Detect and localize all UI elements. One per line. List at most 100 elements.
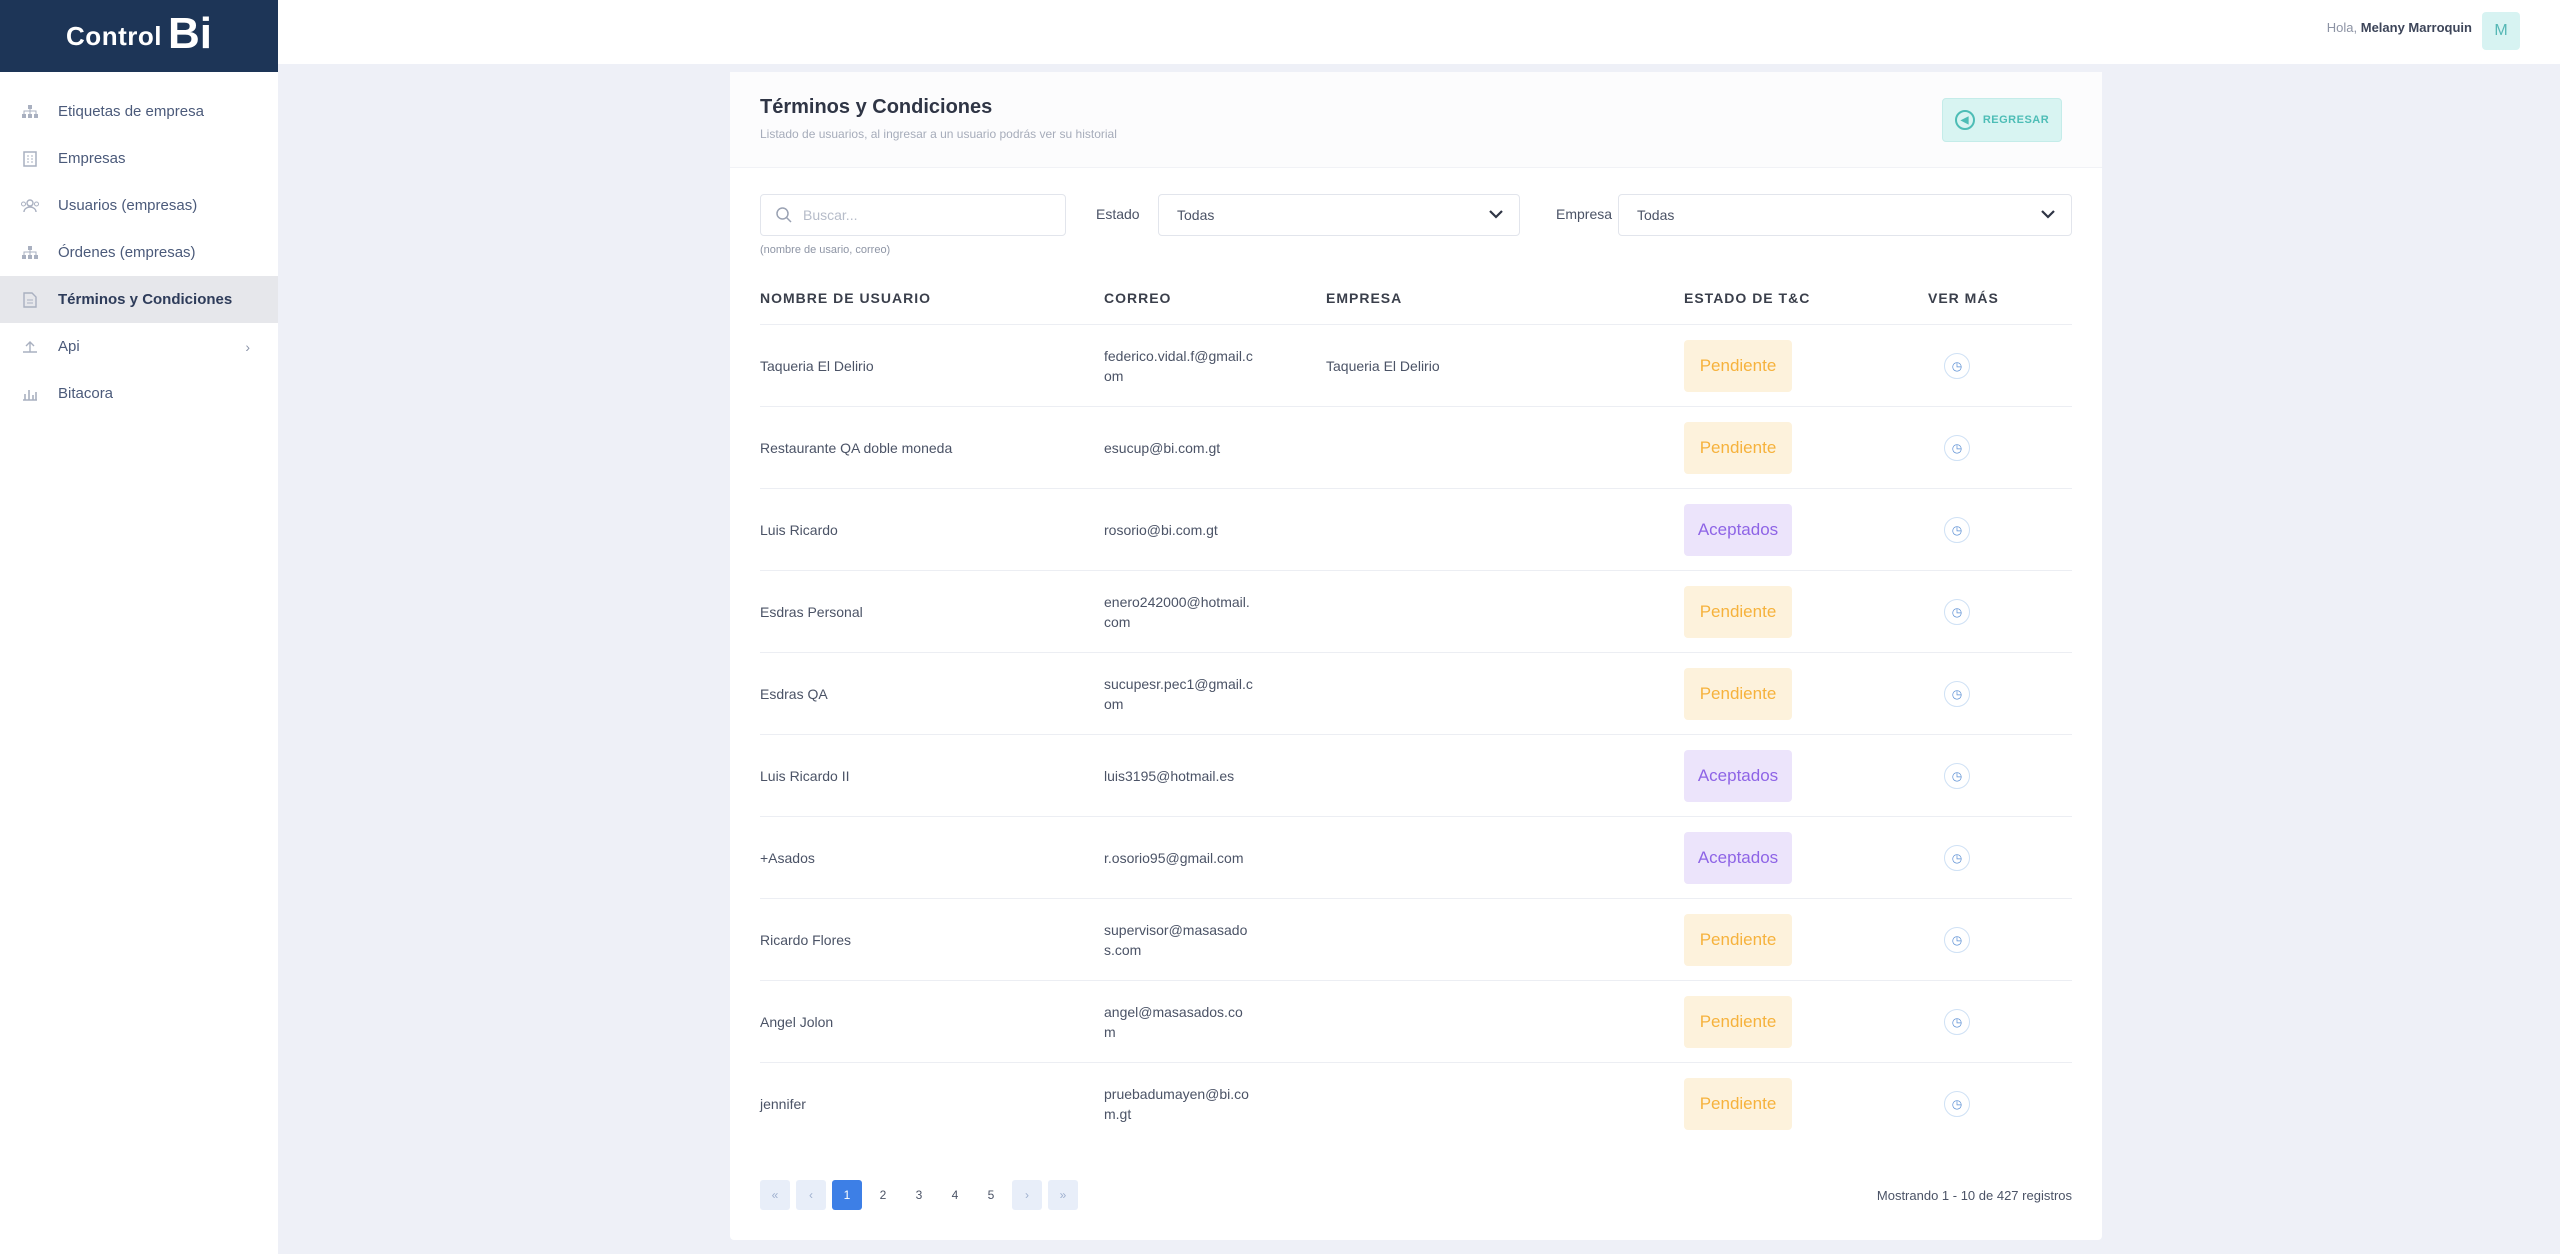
back-button-label: REGRESAR xyxy=(1982,114,2050,126)
view-history-icon[interactable]: ◷ xyxy=(1944,762,1970,789)
terms-card: Términos y Condiciones Listado de usuari… xyxy=(730,72,2102,1240)
hierarchy-icon xyxy=(20,104,40,120)
api-icon xyxy=(20,339,40,355)
view-history-icon[interactable]: ◷ xyxy=(1944,516,1970,543)
cell-user-name: +Asados xyxy=(760,849,815,866)
status-badge: Aceptados xyxy=(1684,831,1792,884)
user-name[interactable]: Melany Marroquin xyxy=(2361,20,2472,35)
search-box[interactable] xyxy=(760,194,1066,236)
sidebar-item-bitacora[interactable]: Bitacora xyxy=(0,370,278,417)
chevron-down-icon xyxy=(1489,210,1503,219)
sidebar-item-label: Etiquetas de empresa xyxy=(58,103,204,120)
back-button[interactable]: ◀ REGRESAR xyxy=(1942,98,2062,142)
avatar[interactable]: M xyxy=(2482,12,2520,50)
sidebar: Control Bi Etiquetas de empresa Empresas… xyxy=(0,0,278,1254)
brand-name-part2: Bi xyxy=(167,9,212,58)
brand-logo[interactable]: Control Bi xyxy=(0,0,278,72)
page-button-1[interactable]: 1 xyxy=(832,1180,862,1210)
cell-email: pruebadumayen@bi.com.gt xyxy=(1104,1085,1249,1122)
estado-select-value: Todas xyxy=(1177,207,1215,223)
records-summary: Mostrando 1 - 10 de 427 registros xyxy=(1876,1188,2072,1203)
cell-email: sucupesr.pec1@gmail.com xyxy=(1104,675,1253,712)
empresa-select-value: Todas xyxy=(1637,207,1675,223)
cell-email: enero242000@hotmail.com xyxy=(1104,593,1250,630)
view-history-icon[interactable]: ◷ xyxy=(1944,598,1970,625)
cell-user-name: Restaurante QA doble moneda xyxy=(760,439,953,456)
page-button-2[interactable]: 2 xyxy=(868,1180,898,1210)
chevron-down-icon xyxy=(2041,210,2055,219)
status-badge: Pendiente xyxy=(1684,421,1792,474)
table-body: Taqueria El Delirio federico.vidal.f@gmai… xyxy=(760,324,2072,1144)
status-badge: Pendiente xyxy=(1684,995,1792,1048)
table-row[interactable]: Esdras QA sucupesr.pec1@gmail.com Pendient… xyxy=(760,652,2072,734)
table-row[interactable]: Restaurante QA doble moneda esucup@bi.com… xyxy=(760,406,2072,488)
sidebar-item-empresas[interactable]: Empresas xyxy=(0,135,278,182)
cell-email: rosorio@bi.com.gt xyxy=(1104,521,1218,538)
view-history-icon[interactable]: ◷ xyxy=(1944,680,1970,707)
card-header: Términos y Condiciones Listado de usuari… xyxy=(730,72,2102,168)
status-badge: Aceptados xyxy=(1684,503,1792,556)
sidebar-nav: Etiquetas de empresa Empresas Usuarios (… xyxy=(0,88,278,417)
table-row[interactable]: Angel Jolon angel@masasados.com Pendiente ◷ xyxy=(760,980,2072,1062)
table-row[interactable]: Luis Ricardo rosorio@bi.com.gt Aceptados ◷ xyxy=(760,488,2072,570)
status-badge: Pendiente xyxy=(1684,667,1792,720)
empresa-select[interactable]: Todas xyxy=(1618,194,2072,236)
estado-label: Estado xyxy=(1096,206,1140,222)
cell-email: r.osorio95@gmail.com xyxy=(1104,849,1244,866)
cell-user-name: jennifer xyxy=(760,1095,806,1112)
page-button-4[interactable]: 4 xyxy=(940,1180,970,1210)
table-row[interactable]: Taqueria El Delirio federico.vidal.f@gmai… xyxy=(760,324,2072,406)
status-badge: Pendiente xyxy=(1684,339,1792,392)
sidebar-item-etiquetas[interactable]: Etiquetas de empresa xyxy=(0,88,278,135)
column-header-ver-mas: VER MÁS xyxy=(1928,290,1999,306)
view-history-icon[interactable]: ◷ xyxy=(1944,1090,1970,1117)
document-icon xyxy=(20,291,40,308)
view-history-icon[interactable]: ◷ xyxy=(1944,352,1970,379)
top-bar: Hola, Melany Marroquin M xyxy=(278,0,2560,64)
view-history-icon[interactable]: ◷ xyxy=(1944,1008,1970,1035)
sidebar-item-label: Empresas xyxy=(58,150,126,167)
sidebar-item-label: Bitacora xyxy=(58,385,114,402)
search-input[interactable] xyxy=(803,207,1043,223)
view-history-icon[interactable]: ◷ xyxy=(1944,844,1970,871)
cell-email: supervisor@masasados.com xyxy=(1104,921,1248,958)
next-page-button[interactable]: › xyxy=(1012,1180,1042,1210)
greeting-text: Hola, xyxy=(2326,20,2358,35)
view-history-icon[interactable]: ◷ xyxy=(1944,926,1970,953)
cell-user-name: Luis Ricardo II xyxy=(760,767,850,784)
status-badge: Pendiente xyxy=(1684,585,1792,638)
sidebar-item-label: Términos y Condiciones xyxy=(58,291,233,308)
table-row[interactable]: Luis Ricardo II luis3195@hotmail.es Acepta… xyxy=(760,734,2072,816)
cell-email: luis3195@hotmail.es xyxy=(1104,767,1235,784)
back-arrow-icon: ◀ xyxy=(1954,110,1975,130)
sidebar-item-label: Órdenes (empresas) xyxy=(58,244,196,261)
first-page-button[interactable]: « xyxy=(760,1180,790,1210)
search-hint: (nombre de usario, correo) xyxy=(760,244,891,256)
column-header-empresa: EMPRESA xyxy=(1326,290,1403,306)
page-button-3[interactable]: 3 xyxy=(904,1180,934,1210)
table-row[interactable]: +Asados r.osorio95@gmail.com Aceptados ◷ xyxy=(760,816,2072,898)
sidebar-item-api[interactable]: Api › xyxy=(0,323,278,370)
table-row[interactable]: Ricardo Flores supervisor@masasados.com Pe… xyxy=(760,898,2072,980)
estado-select[interactable]: Todas xyxy=(1158,194,1520,236)
view-history-icon[interactable]: ◷ xyxy=(1944,434,1970,461)
column-header-correo: CORREO xyxy=(1104,290,1172,306)
page-subtitle: Listado de usuarios, al ingresar a un us… xyxy=(760,127,1117,141)
cell-user-name: Ricardo Flores xyxy=(760,931,852,948)
brand-name-part1: Control xyxy=(66,20,162,51)
cell-company: Taqueria El Delirio xyxy=(1326,357,1440,374)
table-header: NOMBRE DE USUARIO CORREO EMPRESA ESTADO … xyxy=(760,290,2072,316)
filters-bar: (nombre de usario, correo) Estado Todas … xyxy=(760,194,2072,256)
page-button-5[interactable]: 5 xyxy=(976,1180,1006,1210)
cell-email: federico.vidal.f@gmail.com xyxy=(1104,347,1253,384)
search-icon xyxy=(775,206,793,224)
table-row[interactable]: Esdras Personal enero242000@hotmail.com Pe… xyxy=(760,570,2072,652)
last-page-button[interactable]: » xyxy=(1048,1180,1078,1210)
sidebar-item-usuarios[interactable]: Usuarios (empresas) xyxy=(0,182,278,229)
cell-user-name: Esdras Personal xyxy=(760,603,863,620)
table-row[interactable]: jennifer pruebadumayen@bi.com.gt Pendiente… xyxy=(760,1062,2072,1144)
status-badge: Pendiente xyxy=(1684,1077,1792,1130)
sidebar-item-ordenes[interactable]: Órdenes (empresas) xyxy=(0,229,278,276)
prev-page-button[interactable]: ‹ xyxy=(796,1180,826,1210)
sidebar-item-terminos[interactable]: Términos y Condiciones xyxy=(0,276,278,323)
